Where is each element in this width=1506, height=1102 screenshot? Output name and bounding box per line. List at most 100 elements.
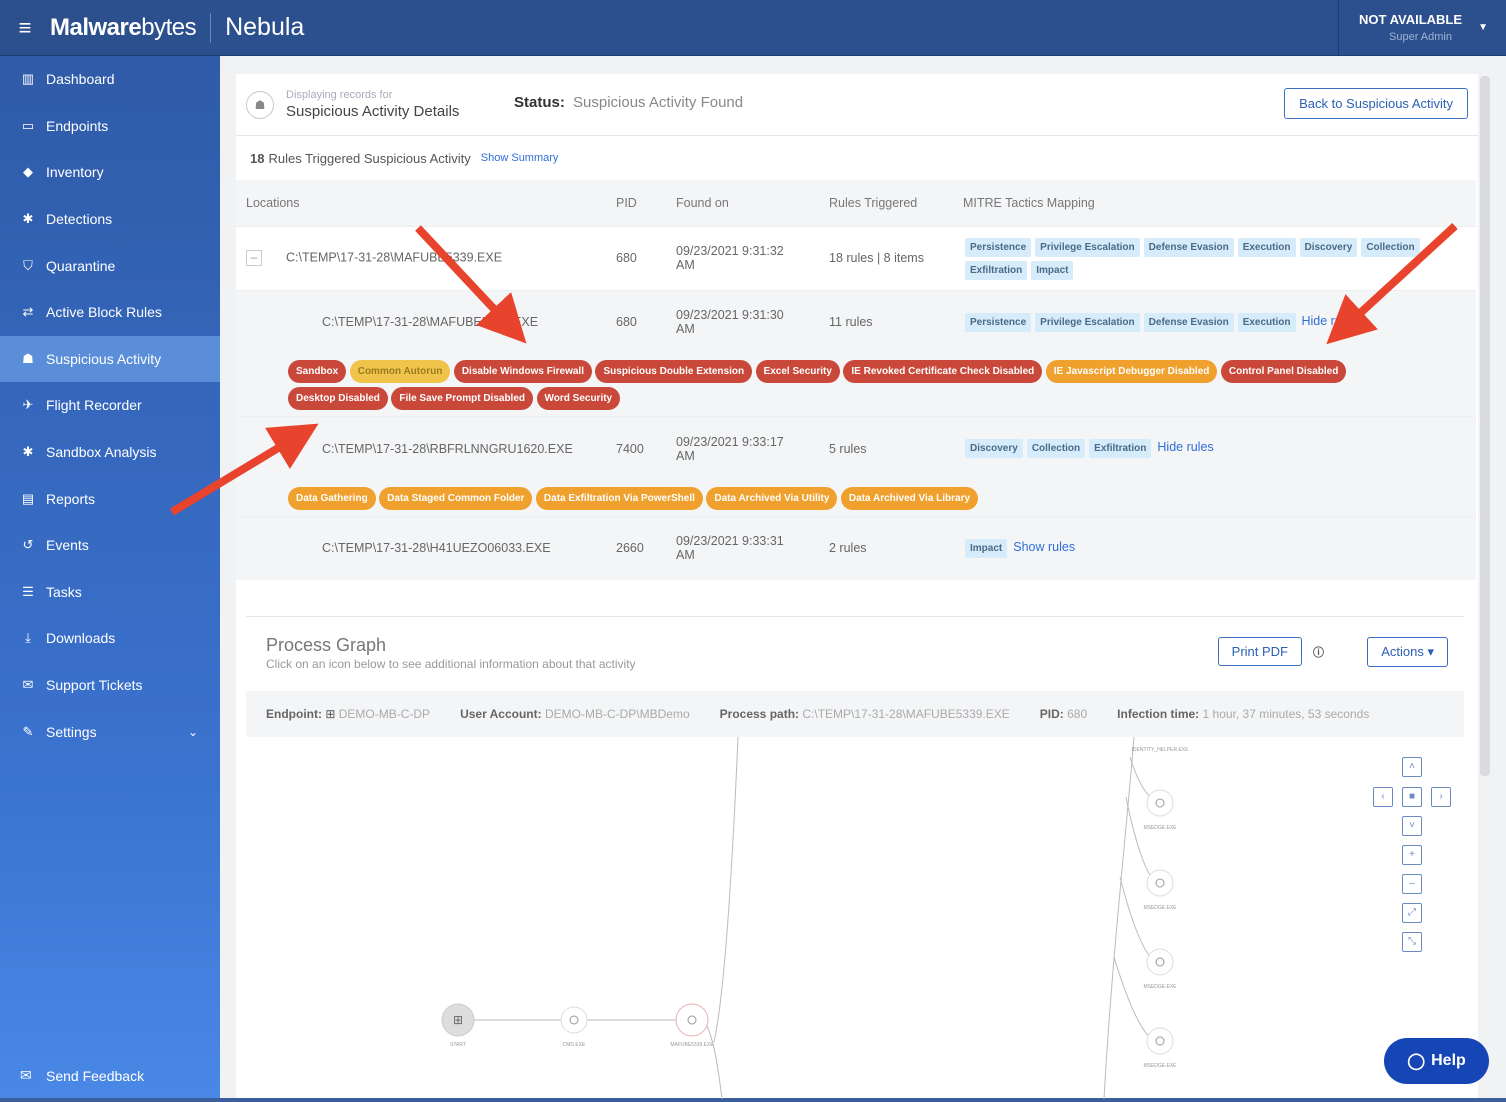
- pan-up-icon[interactable]: ˄: [1402, 757, 1422, 777]
- tactic-badge: Collection: [1026, 439, 1086, 459]
- list-icon: ☰: [22, 583, 34, 599]
- expand-icon[interactable]: ⤢: [1402, 903, 1422, 923]
- back-to-suspicious-activity-button[interactable]: Back to Suspicious Activity: [1284, 88, 1468, 119]
- sidebar-item-downloads[interactable]: ⤓ Downloads: [0, 615, 220, 662]
- sidebar-item-inventory[interactable]: ◆ Inventory: [0, 149, 220, 196]
- found-ampm: AM: [676, 258, 695, 272]
- sidebar-item-detections[interactable]: ✱ Detections: [0, 196, 220, 243]
- process-graph-canvas[interactable]: ⊞ START CMD.EXE MAFUBE5339.EXE IDENTITY_…: [246, 736, 1464, 1100]
- summary-row: 18 Rules Triggered Suspicious Activity S…: [236, 136, 1478, 180]
- table-row[interactable]: C:\TEMP\17-31-28\MAFUBE5339.EXE 680 09/2…: [236, 289, 1476, 354]
- rule-chip[interactable]: IE Revoked Certificate Check Disabled: [843, 360, 1043, 383]
- rule-chip[interactable]: Desktop Disabled: [288, 387, 388, 410]
- pan-left-icon[interactable]: ‹: [1373, 787, 1393, 807]
- bug-icon: ✱: [22, 444, 34, 460]
- sidebar-item-tasks[interactable]: ☰ Tasks: [0, 569, 220, 616]
- shield-icon: ⛉: [23, 257, 33, 273]
- rule-chip[interactable]: File Save Prompt Disabled: [391, 387, 534, 410]
- node-label: IDENTITY_HELPER.EXE: [1132, 747, 1190, 753]
- table-row[interactable]: C:\TEMP\17-31-28\H41UEZO06033.EXE 2660 0…: [236, 515, 1476, 580]
- user-menu[interactable]: NOT AVAILABLE Super Admin ▼: [1338, 0, 1506, 56]
- scrollbar[interactable]: [1480, 76, 1490, 776]
- hide-rules-link[interactable]: Hide rules: [1302, 314, 1358, 328]
- rule-chip[interactable]: Common Autorun: [349, 360, 451, 383]
- pan-right-icon[interactable]: ›: [1431, 787, 1451, 807]
- table-row[interactable]: C:\TEMP\17-31-28\RBFRLNNGRU1620.EXE 7400…: [236, 416, 1476, 481]
- collapse-icon[interactable]: –: [246, 250, 262, 266]
- sidebar-item-suspicious-activity[interactable]: ☗ Suspicious Activity: [0, 335, 220, 383]
- help-button[interactable]: ◯ Help: [1384, 1038, 1489, 1084]
- graph-node-start[interactable]: ⊞ START: [441, 1003, 475, 1048]
- sidebar-item-reports[interactable]: ▤ Reports: [0, 475, 220, 522]
- pan-down-icon[interactable]: ˅: [1402, 816, 1422, 836]
- sidebar-item-endpoints[interactable]: ▭ Endpoints: [0, 103, 220, 150]
- rule-chip[interactable]: IE Javascript Debugger Disabled: [1045, 360, 1218, 383]
- rule-chip[interactable]: Data Exfiltration Via PowerShell: [535, 486, 703, 510]
- graph-node-cmd[interactable]: CMD.EXE: [560, 1006, 588, 1048]
- compress-icon[interactable]: ⤡: [1402, 932, 1422, 952]
- tactic-badge: Exfiltration: [965, 261, 1028, 280]
- actions-button[interactable]: Actions ▾: [1367, 637, 1448, 667]
- pid: 680: [606, 289, 666, 354]
- history-icon: ↺: [22, 537, 34, 553]
- rule-chip[interactable]: Disable Windows Firewall: [453, 360, 592, 383]
- reset-view-icon[interactable]: ■: [1402, 787, 1422, 807]
- zoom-in-icon[interactable]: +: [1402, 845, 1422, 865]
- graph-node-msedge[interactable]: MSEDGE.EXE: [1143, 789, 1177, 831]
- chevron-down-icon[interactable]: ⌄: [188, 725, 198, 739]
- print-pdf-button[interactable]: Print PDF: [1217, 637, 1302, 666]
- graph-node-msedge[interactable]: MSEDGE.EXE: [1143, 869, 1177, 911]
- rule-chip[interactable]: Data Gathering: [288, 486, 376, 510]
- meta-value: C:\TEMP\17-31-28\MAFUBE5339.EXE: [802, 707, 1010, 721]
- tactic-badge: Privilege Escalation: [1035, 238, 1140, 257]
- feedback-label: Send Feedback: [46, 1067, 145, 1084]
- info-icon[interactable]: ⓘ: [1313, 644, 1324, 660]
- sidebar-item-events[interactable]: ↺ Events: [0, 522, 220, 569]
- node-label: MAFUBE5339.EXE: [670, 1042, 714, 1048]
- rule-chip[interactable]: Excel Security: [755, 360, 840, 383]
- status-value: Suspicious Activity Found: [573, 94, 744, 111]
- rule-chip[interactable]: Data Archived Via Utility: [706, 486, 838, 510]
- sidebar-item-sandbox-analysis[interactable]: ✱ Sandbox Analysis: [0, 429, 220, 476]
- location: C:\TEMP\17-31-28\MAFUBE5339.EXE: [286, 250, 503, 265]
- hamburger-menu-icon[interactable]: ≡: [0, 0, 50, 56]
- send-feedback-link[interactable]: ✉ Send Feedback: [20, 1067, 144, 1084]
- rules-chips-row: Data Gathering Data Staged Common Folder…: [236, 480, 1476, 516]
- tactic-badge: Discovery: [965, 439, 1023, 459]
- sidebar-item-settings[interactable]: ✎ Settings ⌄: [0, 708, 220, 755]
- sidebar-item-label: Settings: [46, 723, 97, 740]
- meta-pid: PID: 680: [1040, 707, 1087, 721]
- show-summary-link[interactable]: Show Summary: [481, 152, 559, 164]
- rule-chip[interactable]: Control Panel Disabled: [1220, 360, 1347, 383]
- caret-down-icon[interactable]: ▼: [1478, 22, 1488, 33]
- col-mitre: MITRE Tactics Mapping: [953, 180, 1476, 226]
- node-label: MSEDGE.EXE: [1143, 825, 1177, 831]
- sidebar-item-label: Active Block Rules: [46, 304, 162, 321]
- rule-chip[interactable]: Sandbox: [288, 360, 347, 383]
- rule-chip[interactable]: Suspicious Double Extension: [595, 360, 753, 383]
- rule-chip[interactable]: Word Security: [536, 387, 621, 410]
- sidebar-item-support-tickets[interactable]: ✉ Support Tickets: [0, 662, 220, 709]
- zoom-out-icon[interactable]: –: [1402, 874, 1422, 894]
- graph-node-msedge[interactable]: MSEDGE.EXE: [1143, 948, 1177, 990]
- graph-edge: [703, 1019, 723, 1100]
- sidebar-item-dashboard[interactable]: ▥ Dashboard: [0, 56, 220, 103]
- meta-label: PID:: [1039, 707, 1064, 721]
- graph-node-mafube[interactable]: MAFUBE5339.EXE: [670, 1003, 714, 1048]
- sidebar-item-flight-recorder[interactable]: ✈ Flight Recorder: [0, 382, 220, 429]
- rule-chip[interactable]: Data Archived Via Library: [840, 486, 979, 510]
- download-icon: ⤓: [25, 630, 31, 646]
- brand-logo: Malwarebytes: [50, 12, 212, 43]
- show-rules-link[interactable]: Show rules: [1013, 540, 1075, 554]
- location: C:\TEMP\17-31-28\RBFRLNNGRU1620.EXE: [322, 441, 573, 456]
- sidebar-item-quarantine[interactable]: ⛉ Quarantine: [0, 242, 220, 289]
- node-label: MSEDGE.EXE: [1143, 905, 1177, 911]
- meta-value: DEMO-MB-C-DP: [338, 707, 431, 721]
- sidebar-item-active-block-rules[interactable]: ⇄ Active Block Rules: [0, 289, 220, 336]
- graph-node-msedge[interactable]: MSEDGE.EXE: [1143, 1027, 1177, 1069]
- meta-path: Process path: C:\TEMP\17-31-28\MAFUBE533…: [720, 707, 1010, 721]
- tactic-badge: Defense Evasion: [1143, 312, 1234, 332]
- rule-chip[interactable]: Data Staged Common Folder: [379, 486, 533, 510]
- table-row[interactable]: – C:\TEMP\17-31-28\MAFUBE5339.EXE 680 09/…: [236, 225, 1476, 290]
- hide-rules-link[interactable]: Hide rules: [1157, 440, 1213, 454]
